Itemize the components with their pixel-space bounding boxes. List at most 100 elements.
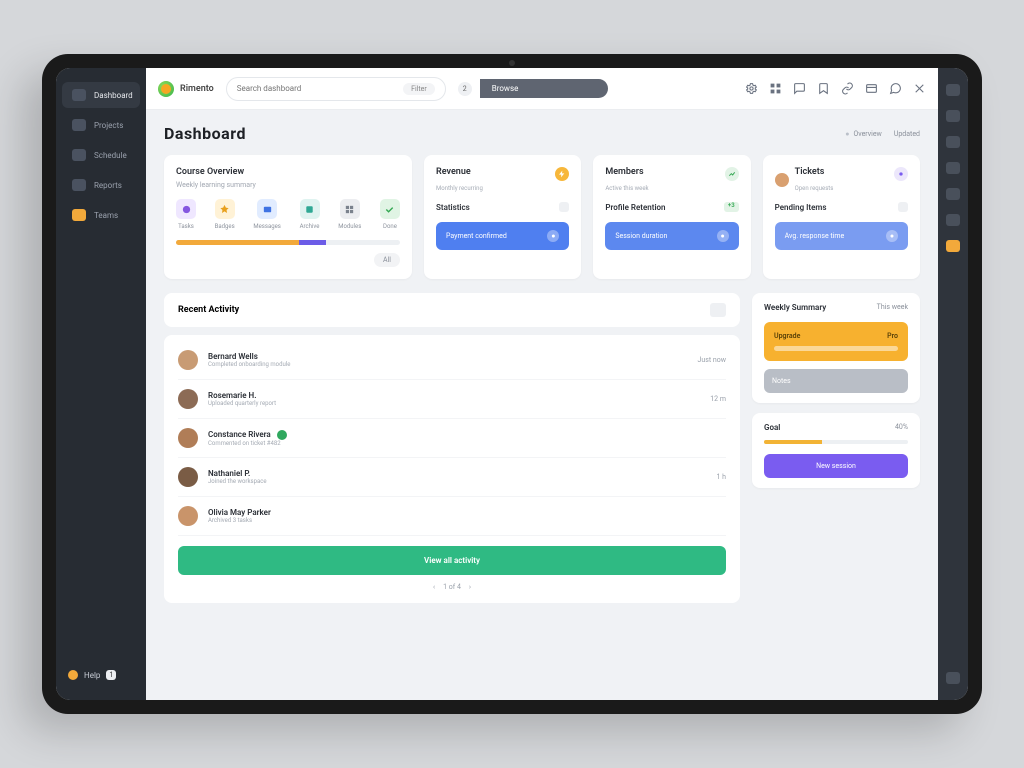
messages-icon bbox=[257, 199, 277, 219]
sidebar-footer-badge: 1 bbox=[106, 670, 116, 680]
brand-logo-icon bbox=[158, 81, 174, 97]
avatar bbox=[178, 467, 198, 487]
settings-icon[interactable] bbox=[744, 82, 758, 96]
avatar bbox=[178, 506, 198, 526]
more-icon[interactable] bbox=[912, 82, 926, 96]
stat-mid-label: Profile Retention bbox=[605, 203, 665, 212]
bookmark-icon[interactable] bbox=[816, 82, 830, 96]
overview-metric-archive[interactable]: Archive bbox=[300, 199, 320, 230]
stat-badge: +3 bbox=[724, 202, 739, 212]
tab-count-badge: 2 bbox=[458, 82, 472, 96]
sidebar-item-label: Schedule bbox=[94, 151, 127, 160]
active-browser-tab[interactable]: Browse bbox=[480, 79, 609, 98]
page-meta-right: Updated bbox=[894, 130, 920, 138]
activity-time: 12 m bbox=[710, 395, 726, 403]
activity-time: 1 h bbox=[716, 473, 726, 481]
activity-item[interactable]: Bernard WellsCompleted onboarding module… bbox=[178, 341, 726, 380]
stat-mini-icon bbox=[559, 202, 569, 212]
topbar: Rimento Filter 2 Browse bbox=[146, 68, 938, 110]
link-icon[interactable] bbox=[840, 82, 854, 96]
card-icon[interactable] bbox=[864, 82, 878, 96]
grid-icon[interactable] bbox=[768, 82, 782, 96]
dashboard-icon bbox=[72, 89, 86, 101]
new-session-button[interactable]: New session bbox=[764, 454, 908, 478]
overview-metric-done[interactable]: Done bbox=[380, 199, 400, 230]
overview-metric-modules[interactable]: Modules bbox=[338, 199, 361, 230]
avatar bbox=[178, 350, 198, 370]
topbar-actions bbox=[744, 82, 926, 96]
pin-icon: ● bbox=[886, 230, 898, 242]
activity-item[interactable]: Olivia May ParkerArchived 3 tasks bbox=[178, 497, 726, 536]
comment-icon[interactable] bbox=[888, 82, 902, 96]
projects-icon bbox=[72, 119, 86, 131]
rail-settings-icon[interactable] bbox=[946, 672, 960, 684]
stat-subtitle: Open requests bbox=[795, 185, 834, 192]
done-icon bbox=[380, 199, 400, 219]
activity-item[interactable]: Nathaniel P.Joined the workspace 1 h bbox=[178, 458, 726, 497]
stat-footer[interactable]: Session duration● bbox=[605, 222, 738, 250]
stat-footer[interactable]: Avg. response time● bbox=[775, 222, 908, 250]
chat-icon[interactable] bbox=[792, 82, 806, 96]
activity-item[interactable]: Rosemarie H.Uploaded quarterly report 12… bbox=[178, 380, 726, 419]
avatar bbox=[178, 389, 198, 409]
pin-icon: ● bbox=[717, 230, 729, 242]
stat-footer[interactable]: Payment confirmed● bbox=[436, 222, 569, 250]
activity-view-all-button[interactable]: View all activity bbox=[178, 546, 726, 575]
overview-metric-badges[interactable]: Badges bbox=[215, 199, 235, 230]
avatar bbox=[178, 428, 198, 448]
rail-star-icon[interactable] bbox=[946, 240, 960, 252]
stat-title: Revenue bbox=[436, 167, 483, 177]
activity-header: Recent Activity bbox=[164, 293, 740, 327]
sidebar-footer[interactable]: Help 1 bbox=[56, 664, 146, 686]
page-meta-left: Overview bbox=[845, 130, 882, 138]
schedule-icon bbox=[72, 149, 86, 161]
sidebar-item-reports[interactable]: Reports bbox=[62, 172, 140, 198]
rail-inbox-icon[interactable] bbox=[946, 214, 960, 226]
sidebar-item-projects[interactable]: Projects bbox=[62, 112, 140, 138]
activity-item[interactable]: Constance RiveraCommented on ticket #482 bbox=[178, 419, 726, 458]
stat-mini-icon bbox=[898, 202, 908, 212]
help-icon bbox=[68, 670, 78, 680]
archive-icon bbox=[300, 199, 320, 219]
sidebar-item-label: Dashboard bbox=[94, 91, 133, 100]
sidebar-item-teams[interactable]: Teams bbox=[62, 202, 140, 228]
brand[interactable]: Rimento bbox=[158, 81, 214, 97]
expand-icon[interactable] bbox=[710, 303, 726, 317]
stat-card-members: Members Active this week Profile Retenti… bbox=[593, 155, 750, 279]
rail-notes-icon[interactable] bbox=[946, 136, 960, 148]
search-input[interactable] bbox=[237, 84, 395, 93]
summary-meta: This week bbox=[877, 303, 908, 312]
upgrade-promo[interactable]: UpgradePro bbox=[764, 322, 908, 361]
brand-name: Rimento bbox=[180, 84, 214, 94]
overview-metric-tasks[interactable]: Tasks bbox=[176, 199, 196, 230]
overview-title: Course Overview bbox=[176, 167, 400, 177]
sidebar-footer-label: Help bbox=[84, 671, 100, 680]
activity-title: Recent Activity bbox=[178, 305, 239, 315]
overview-metric-messages[interactable]: Messages bbox=[253, 199, 281, 230]
pin-icon: ● bbox=[547, 230, 559, 242]
rail-calendar-icon[interactable] bbox=[946, 110, 960, 122]
overview-subtitle: Weekly learning summary bbox=[176, 181, 400, 189]
stat-title: Members bbox=[605, 167, 648, 177]
rail-tasks-icon[interactable] bbox=[946, 162, 960, 174]
search-box[interactable]: Filter bbox=[226, 77, 446, 101]
avatar bbox=[775, 173, 789, 187]
overview-progress bbox=[176, 240, 400, 245]
stat-mid-label: Pending Items bbox=[775, 203, 827, 212]
activity-pager[interactable]: ‹1 of 4› bbox=[178, 583, 726, 591]
goal-percent: 40% bbox=[895, 423, 908, 432]
right-rail bbox=[938, 68, 968, 700]
sidebar-item-dashboard[interactable]: Dashboard bbox=[62, 82, 140, 108]
search-filter-pill[interactable]: Filter bbox=[403, 83, 435, 95]
tasks-icon bbox=[176, 199, 196, 219]
stat-card-tickets: Tickets Open requests Pending Items Avg.… bbox=[763, 155, 920, 279]
stat-title: Tickets bbox=[795, 167, 834, 177]
secondary-promo[interactable]: Notes bbox=[764, 369, 908, 393]
stat-subtitle: Active this week bbox=[605, 185, 648, 192]
sidebar-item-schedule[interactable]: Schedule bbox=[62, 142, 140, 168]
overview-filter-chip[interactable]: All bbox=[374, 253, 400, 267]
rail-files-icon[interactable] bbox=[946, 188, 960, 200]
sidebar-item-label: Teams bbox=[94, 211, 118, 220]
rail-apps-icon[interactable] bbox=[946, 84, 960, 96]
summary-title: Weekly Summary bbox=[764, 303, 826, 312]
